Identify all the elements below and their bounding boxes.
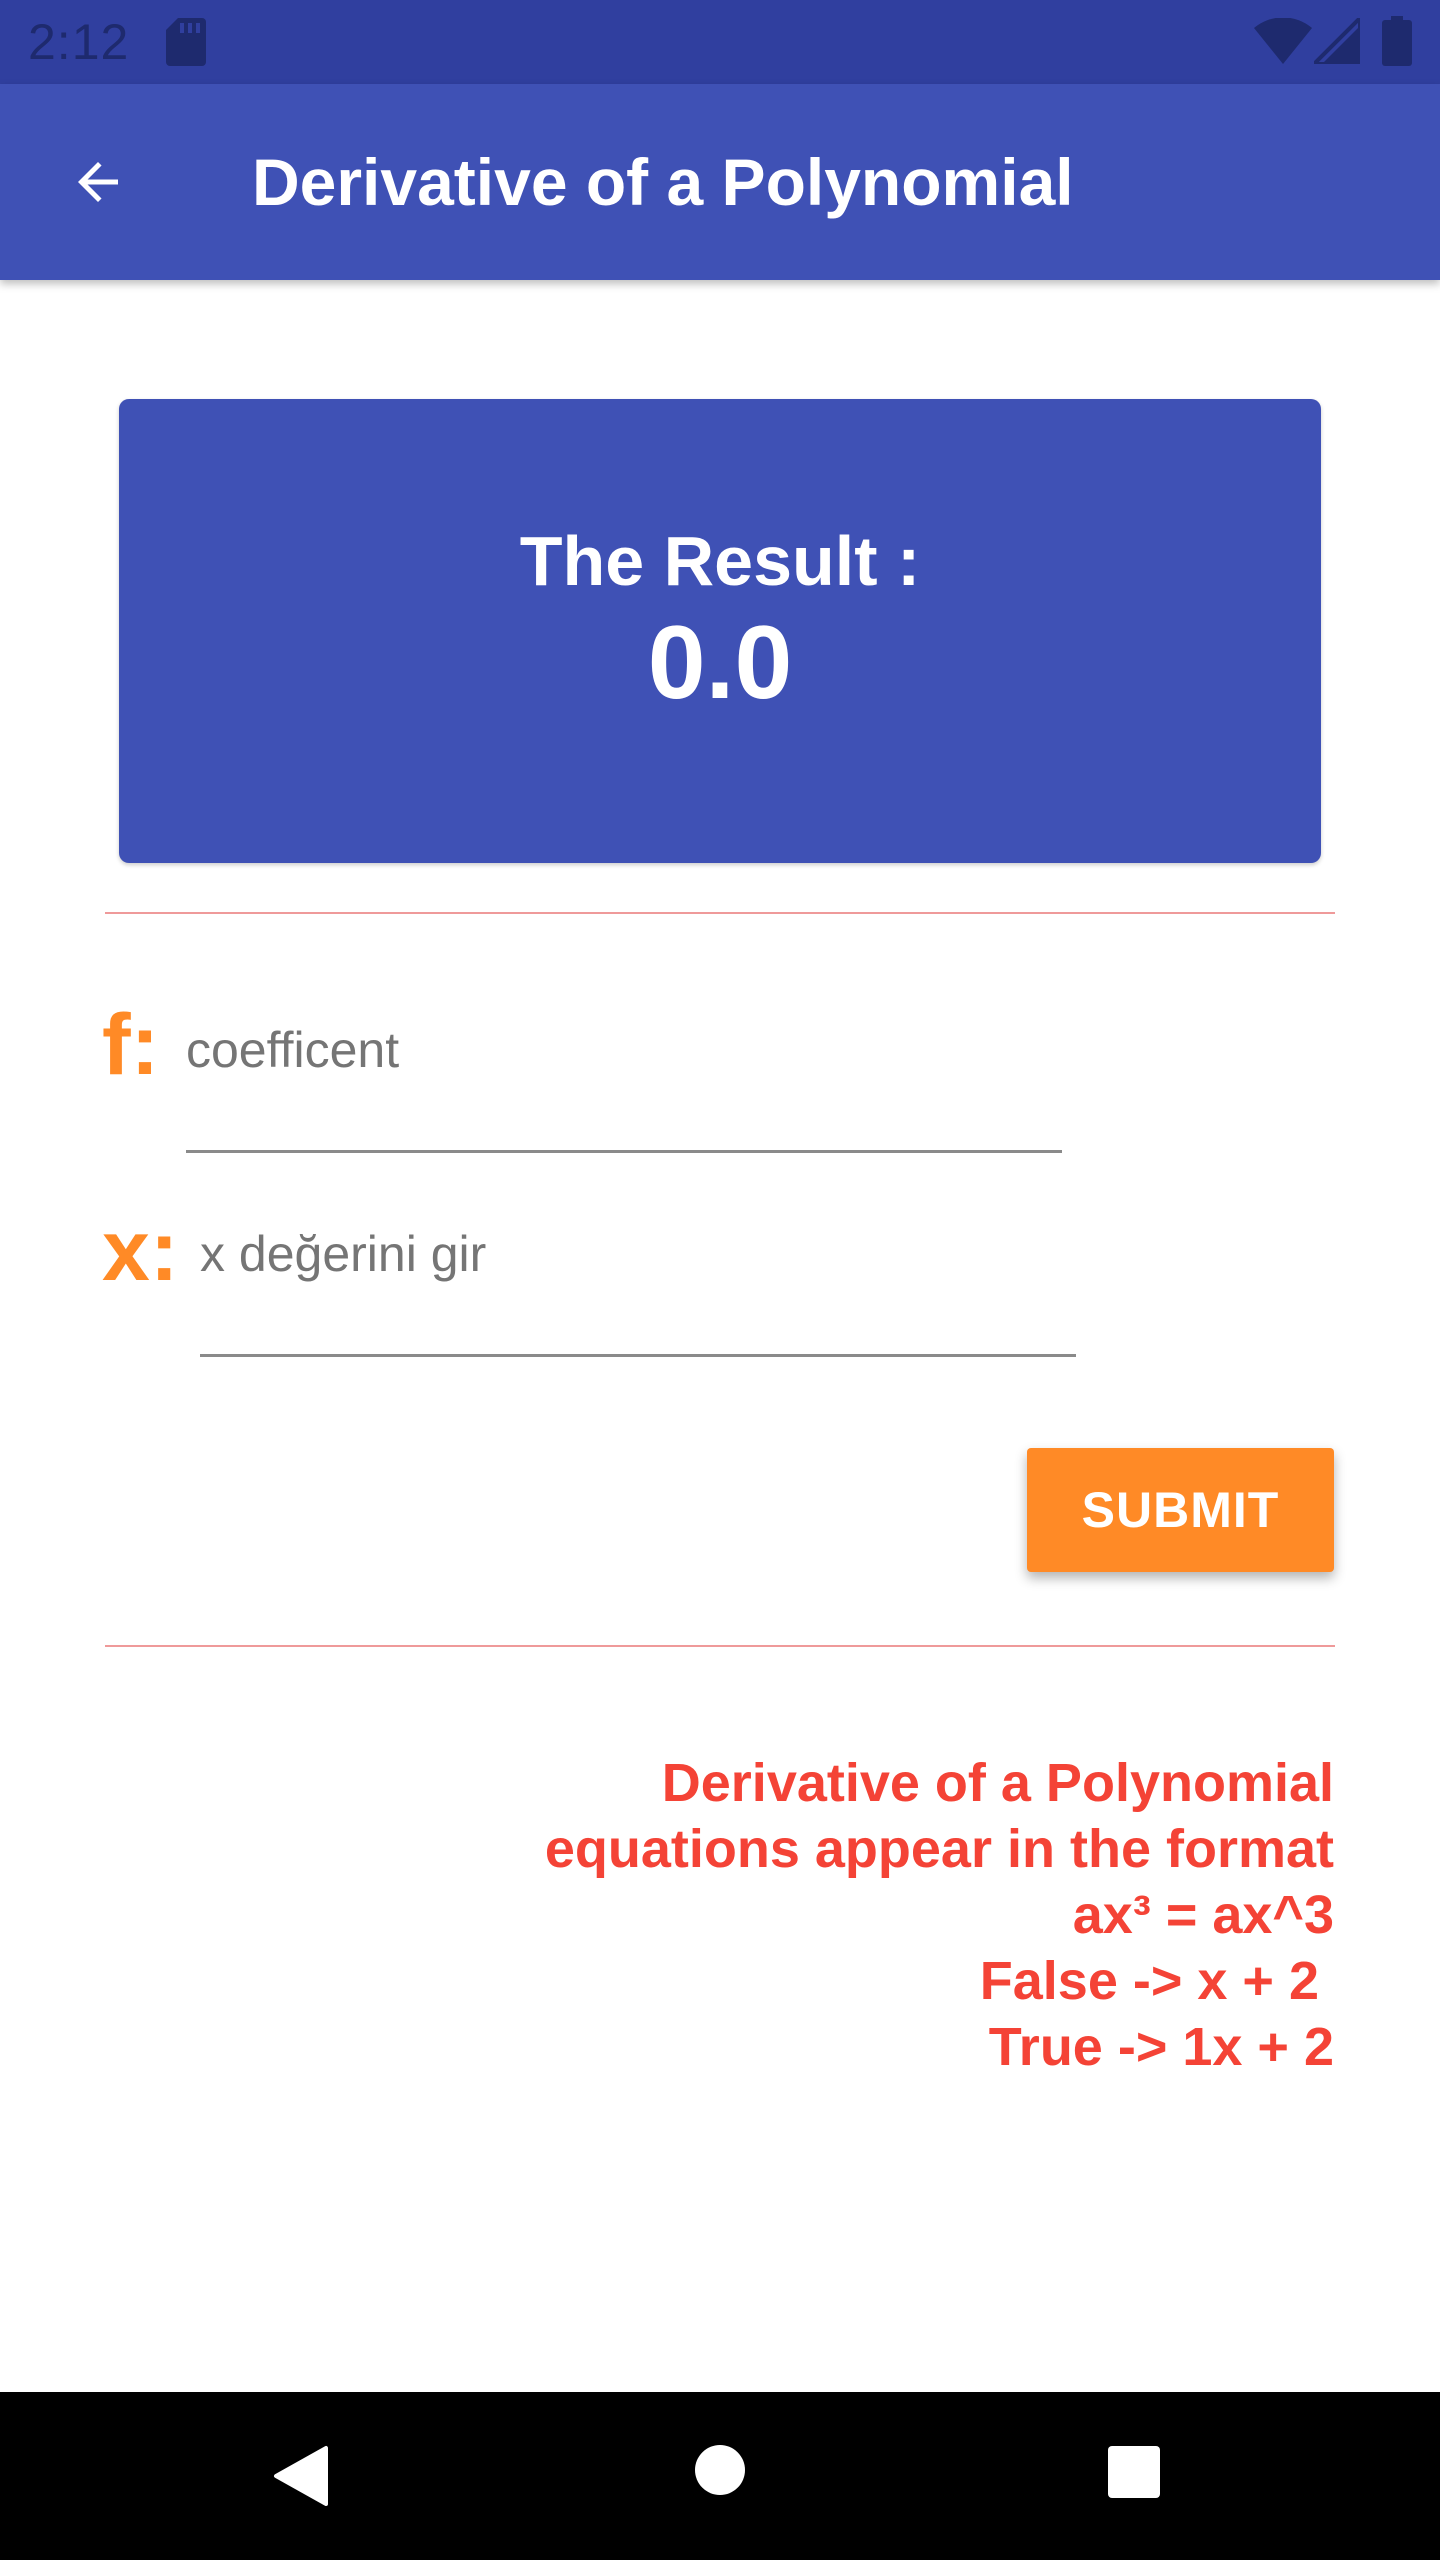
info-line: False -> x + 2: [979, 1951, 1334, 2011]
result-card: The Result : 0.0: [119, 399, 1321, 863]
coefficient-prefix-label: f:: [102, 997, 160, 1093]
info-line: ax³ = ax^3: [1072, 1885, 1334, 1945]
battery-icon: [1382, 16, 1412, 66]
coefficient-input[interactable]: [186, 1010, 1062, 1090]
arrow-back-icon: [78, 162, 118, 202]
wifi-icon: [1254, 18, 1312, 64]
info-line: Derivative of a Polynomial: [661, 1753, 1334, 1813]
x-value-input-underline: [200, 1354, 1076, 1357]
info-line: True -> 1x + 2: [988, 2017, 1334, 2077]
result-value: 0.0: [647, 605, 793, 721]
x-prefix-label: x:: [102, 1203, 179, 1299]
info-line: equations appear in the format: [544, 1819, 1334, 1879]
nav-home-icon[interactable]: [694, 2444, 746, 2496]
nav-recents-icon[interactable]: [1108, 2446, 1160, 2498]
screen: 2:12 Derivative of a Polynomial The Resu…: [0, 0, 1440, 2560]
app-bar: Derivative of a Polynomial: [0, 84, 1440, 280]
divider: [105, 912, 1335, 914]
coefficient-input-underline: [186, 1150, 1062, 1153]
sd-card-icon: [166, 18, 206, 66]
navigation-bar: [0, 2392, 1440, 2560]
status-bar: 2:12: [0, 0, 1440, 84]
nav-back-icon[interactable]: [270, 2444, 330, 2508]
submit-button[interactable]: SUBMIT: [1027, 1448, 1334, 1572]
result-label: The Result :: [519, 522, 921, 600]
x-value-input[interactable]: [200, 1214, 1076, 1294]
signal-icon: [1314, 18, 1360, 64]
status-time: 2:12: [28, 14, 130, 70]
back-button[interactable]: [56, 140, 140, 224]
divider: [105, 1645, 1335, 1647]
format-info-text: Derivative of a Polynomial equations app…: [434, 1750, 1334, 2080]
app-title: Derivative of a Polynomial: [252, 145, 1074, 219]
